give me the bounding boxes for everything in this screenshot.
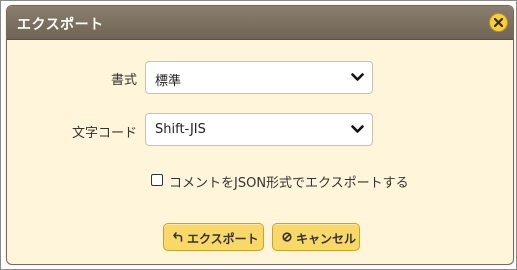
encoding-select[interactable]: Shift-JIS <box>145 113 373 146</box>
format-select[interactable]: 標準 <box>145 61 373 94</box>
close-icon <box>493 17 504 28</box>
cancel-button-label: キャンセル <box>296 232 357 246</box>
dialog-titlebar[interactable]: エクスポート <box>7 6 513 40</box>
json-comment-label: コメントをJSON形式でエクスポートする <box>169 176 409 191</box>
chevron-down-icon <box>351 125 364 133</box>
close-button[interactable] <box>489 13 508 32</box>
format-label: 書式 <box>110 73 137 88</box>
cancel-button[interactable]: キャンセル <box>272 223 360 251</box>
export-button[interactable]: エクスポート <box>163 223 264 251</box>
dialog-title: エクスポート <box>17 17 104 33</box>
encoding-select-value: Shift-JIS <box>155 122 206 137</box>
export-button-label: エクスポート <box>187 232 259 246</box>
export-dialog: エクスポート 書式 標準 文字コード Shift-JIS コメントをJSON形式… <box>6 5 514 265</box>
json-comment-checkbox[interactable] <box>151 174 163 186</box>
undo-arrow-icon <box>173 232 183 242</box>
chevron-down-icon <box>351 73 364 81</box>
no-entry-icon <box>282 232 292 242</box>
format-select-value: 標準 <box>155 74 182 89</box>
screenshot-frame: エクスポート 書式 標準 文字コード Shift-JIS コメントをJSON形式… <box>0 0 517 270</box>
encoding-label: 文字コード <box>71 126 137 141</box>
